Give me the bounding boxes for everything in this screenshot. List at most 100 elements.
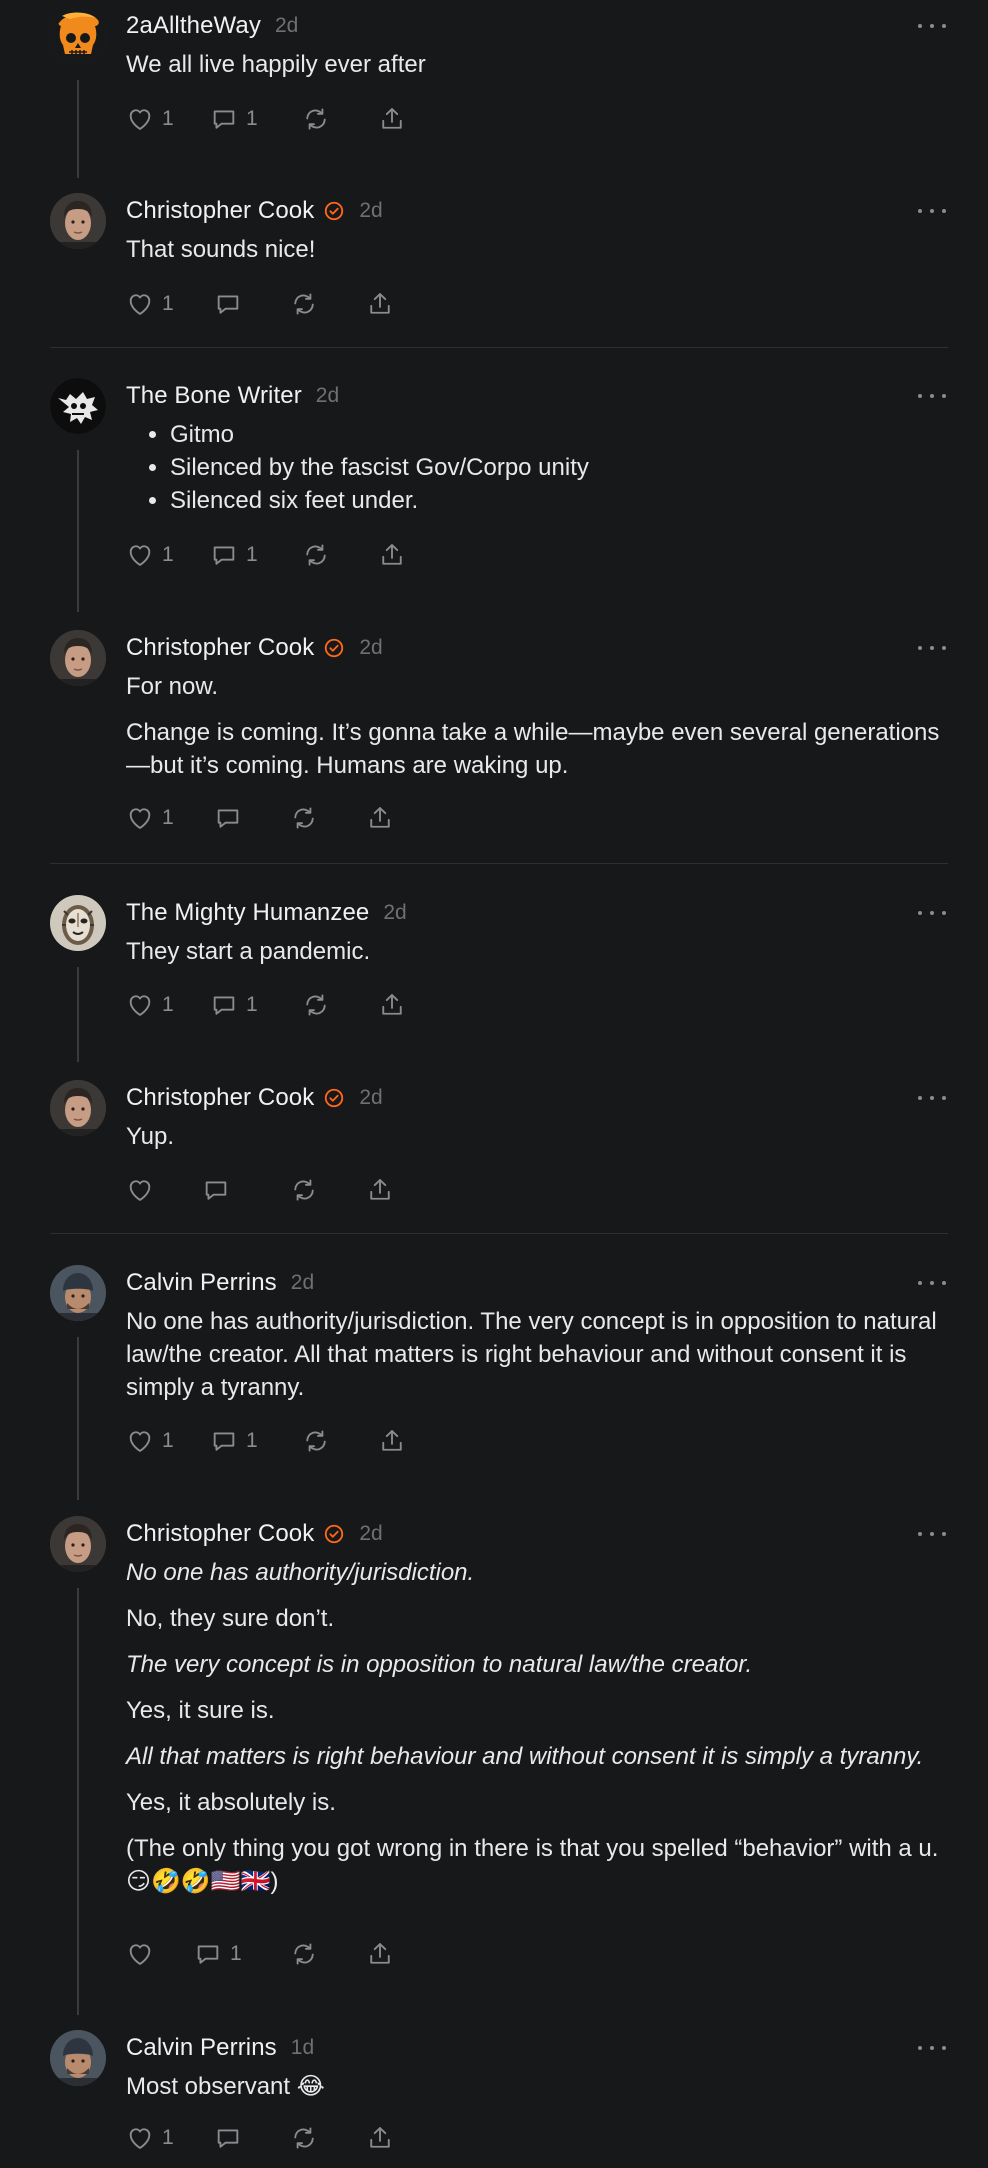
thread-divider — [50, 863, 948, 864]
comment-paragraph: No one has authority/jurisdiction. The v… — [126, 1308, 937, 1401]
avatar[interactable] — [50, 378, 106, 434]
restack-button[interactable] — [290, 1173, 318, 1207]
reply-button[interactable] — [214, 287, 242, 321]
avatar[interactable] — [50, 630, 106, 686]
timestamp[interactable]: 2d — [359, 1086, 382, 1110]
like-button[interactable]: 1 — [126, 287, 174, 321]
reply-button[interactable] — [214, 801, 242, 835]
beanie-portrait-avatar — [50, 1265, 106, 1321]
thread-divider — [50, 1233, 948, 1234]
reply-button[interactable] — [214, 2121, 242, 2155]
timestamp[interactable]: 2d — [359, 1522, 382, 1546]
share-icon — [370, 1943, 390, 1964]
comment-bubble-icon — [213, 110, 235, 129]
author-name[interactable]: Christopher Cook — [126, 634, 314, 662]
more-dots-icon[interactable] — [918, 903, 946, 923]
reply-button[interactable]: 1 — [210, 102, 258, 136]
restack-button[interactable] — [290, 287, 318, 321]
more-dots-icon[interactable] — [918, 638, 946, 658]
like-count: 1 — [162, 543, 174, 566]
timestamp[interactable]: 1d — [291, 2036, 314, 2060]
share-button[interactable] — [366, 1937, 394, 1971]
share-button[interactable] — [366, 1173, 394, 1207]
author-name[interactable]: The Mighty Humanzee — [126, 899, 369, 927]
reply-button[interactable]: 1 — [210, 1424, 258, 1458]
share-button[interactable] — [366, 287, 394, 321]
author-name[interactable]: Christopher Cook — [126, 1520, 314, 1548]
comment-paragraph: That sounds nice! — [126, 236, 316, 263]
comment-bubble-icon — [213, 546, 235, 565]
heart-icon — [129, 294, 151, 315]
reply-button[interactable] — [202, 1173, 230, 1207]
bullet-item: Gitmo — [170, 418, 948, 451]
comment-header: Christopher Cook 2d — [126, 1518, 383, 1550]
reply-count: 1 — [246, 107, 258, 130]
avatar[interactable] — [50, 895, 106, 951]
bullet-item: Silenced six feet under. — [170, 484, 948, 517]
verified-check-icon — [323, 637, 345, 659]
restack-button[interactable] — [290, 2121, 318, 2155]
heart-icon — [129, 995, 151, 1016]
like-button[interactable] — [126, 1173, 154, 1207]
author-name[interactable]: 2aAlltheWay — [126, 12, 261, 40]
reply-button[interactable]: 1 — [194, 1937, 242, 1971]
avatar[interactable] — [50, 1265, 106, 1321]
comment-header: Christopher Cook 2d — [126, 195, 383, 227]
like-button[interactable] — [126, 1937, 154, 1971]
avatar[interactable] — [50, 193, 106, 249]
like-button[interactable]: 1 — [126, 102, 174, 136]
avatar[interactable] — [50, 2030, 106, 2086]
timestamp[interactable]: 2d — [316, 384, 339, 408]
more-dots-icon[interactable] — [918, 1273, 946, 1293]
more-dots-icon[interactable] — [918, 201, 946, 221]
more-dots-icon[interactable] — [918, 16, 946, 36]
restack-icon — [306, 1430, 326, 1452]
more-dots-icon[interactable] — [918, 1524, 946, 1544]
avatar[interactable] — [50, 1080, 106, 1136]
restack-button[interactable] — [302, 538, 330, 572]
like-button[interactable]: 1 — [126, 801, 174, 835]
beanie-portrait-avatar — [50, 2030, 106, 2086]
avatar[interactable] — [50, 8, 106, 64]
restack-button[interactable] — [302, 1424, 330, 1458]
comment-bubble-icon — [197, 1945, 219, 1964]
timestamp[interactable]: 2d — [291, 1271, 314, 1295]
share-icon — [370, 807, 390, 828]
restack-button[interactable] — [302, 988, 330, 1022]
restack-button[interactable] — [290, 1937, 318, 1971]
like-button[interactable]: 1 — [126, 538, 174, 572]
thread-divider — [50, 347, 948, 348]
share-button[interactable] — [378, 1424, 406, 1458]
like-button[interactable]: 1 — [126, 1424, 174, 1458]
share-button[interactable] — [378, 538, 406, 572]
author-name[interactable]: The Bone Writer — [126, 382, 302, 410]
share-button[interactable] — [366, 801, 394, 835]
reply-button[interactable]: 1 — [210, 538, 258, 572]
avatar[interactable] — [50, 1516, 106, 1572]
comment-header: The Bone Writer 2d — [126, 380, 339, 412]
author-name[interactable]: Calvin Perrins — [126, 1269, 277, 1297]
restack-button[interactable] — [290, 801, 318, 835]
reply-count: 1 — [246, 543, 258, 566]
timestamp[interactable]: 2d — [359, 199, 382, 223]
timestamp[interactable]: 2d — [383, 901, 406, 925]
author-name[interactable]: Calvin Perrins — [126, 2034, 277, 2062]
more-dots-icon[interactable] — [918, 386, 946, 406]
author-name[interactable]: Christopher Cook — [126, 1084, 314, 1112]
share-button[interactable] — [366, 2121, 394, 2155]
share-button[interactable] — [378, 102, 406, 136]
comment-bubble-icon — [213, 996, 235, 1015]
more-dots-icon[interactable] — [918, 1088, 946, 1108]
share-button[interactable] — [378, 988, 406, 1022]
more-dots-icon[interactable] — [918, 2038, 946, 2058]
restack-icon — [294, 2127, 314, 2149]
like-button[interactable]: 1 — [126, 988, 174, 1022]
restack-button[interactable] — [302, 102, 330, 136]
author-name[interactable]: Christopher Cook — [126, 197, 314, 225]
timestamp[interactable]: 2d — [275, 14, 298, 38]
comment-body: They start a pandemic. — [126, 935, 948, 968]
restack-icon — [306, 994, 326, 1016]
reply-button[interactable]: 1 — [210, 988, 258, 1022]
like-button[interactable]: 1 — [126, 2121, 174, 2155]
timestamp[interactable]: 2d — [359, 636, 382, 660]
